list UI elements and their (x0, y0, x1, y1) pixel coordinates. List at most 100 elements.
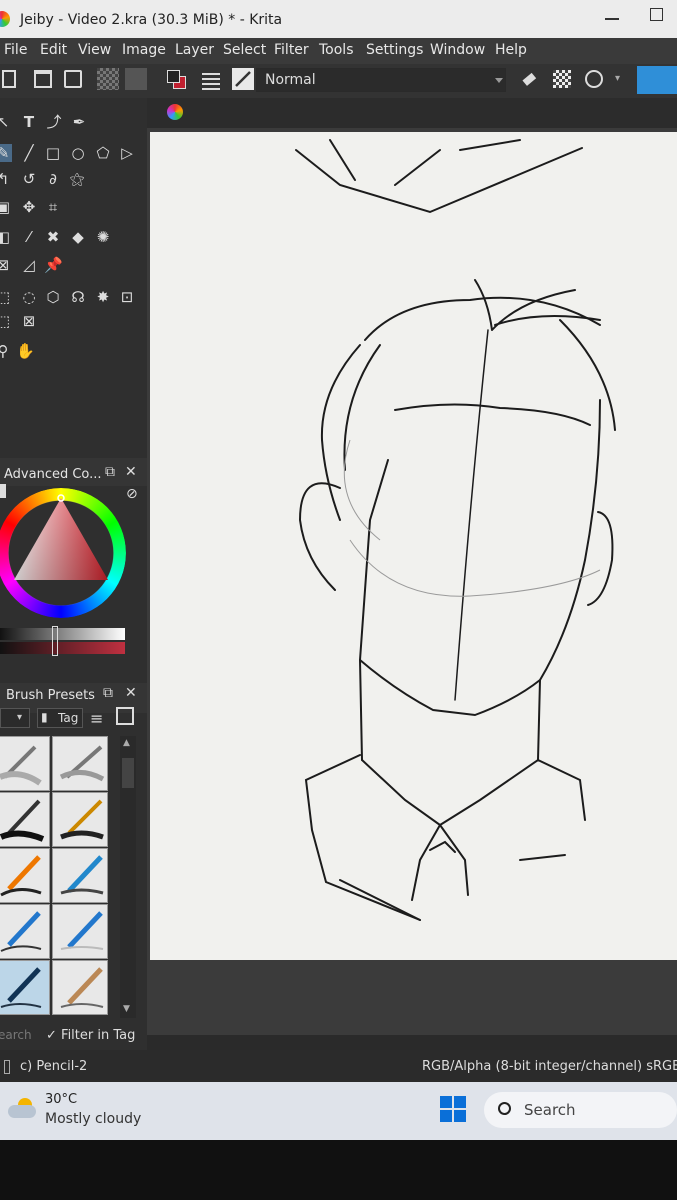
edit-shapes-icon[interactable]: ⤴ (45, 113, 63, 131)
color-wheel[interactable] (0, 488, 126, 618)
transform-tool-icon[interactable]: ▣ (0, 198, 12, 216)
tag-button[interactable]: ▮ Tag (37, 708, 83, 728)
line-tool-icon[interactable]: ╱ (20, 144, 38, 162)
menu-tools[interactable]: Tools (319, 42, 354, 58)
brush-preset-item[interactable] (0, 792, 50, 847)
taskbar-search-box[interactable]: Search (484, 1092, 677, 1128)
tag-dropdown[interactable]: ▾ (0, 708, 30, 728)
magic-wand-icon[interactable]: ✸ (94, 288, 112, 306)
brush-preset-item[interactable] (0, 904, 50, 959)
pattern-swatch-icon[interactable] (125, 68, 147, 90)
zoom-tool-icon[interactable]: ⚲ (0, 342, 12, 360)
pan-tool-icon[interactable]: ✋ (16, 342, 35, 360)
canvas-horizontal-scrollbar[interactable] (147, 1035, 677, 1050)
bezier-select-icon[interactable]: ⬚ (0, 312, 12, 330)
menu-icon[interactable] (0, 484, 6, 498)
clear-color-icon[interactable]: ⊘ (126, 486, 138, 502)
document-tab-icon[interactable] (167, 104, 183, 120)
dynamic-brush-icon[interactable]: ∂ (44, 170, 62, 188)
brush-list-scrollbar[interactable]: ▲ ▼ (120, 736, 136, 1018)
minimize-icon[interactable] (605, 18, 619, 20)
rect-select-icon[interactable]: ⬚ (0, 288, 12, 306)
weather-cloud-icon[interactable] (8, 1098, 36, 1118)
polygon-select-icon[interactable]: ⬡ (44, 288, 62, 306)
select-shapes-icon[interactable]: ↖ (0, 113, 12, 131)
saturation-slider[interactable] (0, 642, 125, 654)
fill-tool-icon[interactable]: ◆ (69, 228, 87, 246)
brush-preset-item[interactable] (52, 904, 108, 959)
smart-patch-icon[interactable]: ✖ (44, 228, 62, 246)
alpha-lock-icon[interactable] (553, 70, 571, 88)
brush-preset-item[interactable] (52, 848, 108, 903)
filter-in-tag-checkbox[interactable]: ✓ Filter in Tag (46, 1028, 135, 1043)
value-slider[interactable] (0, 628, 125, 640)
bezier-tool-icon[interactable]: ↰ (0, 170, 12, 188)
calligraphy-icon[interactable]: ✒ (70, 113, 88, 131)
enclose-fill-icon[interactable]: ✺ (94, 228, 112, 246)
color-picker-icon[interactable]: ⁄ (20, 228, 38, 246)
brush-preset-item[interactable] (0, 736, 50, 791)
color-space-status[interactable]: RGB/Alpha (8-bit integer/channel) sRGB- (422, 1059, 677, 1074)
chevron-down-icon[interactable]: ▾ (615, 73, 633, 91)
brush-preset-item[interactable] (52, 792, 108, 847)
foreground-background-color-icon[interactable] (165, 68, 187, 90)
ellipse-tool-icon[interactable]: ○ (69, 144, 87, 162)
menu-file[interactable]: File (4, 42, 27, 58)
blend-mode-select[interactable]: Normal (256, 68, 506, 92)
polygon-tool-icon[interactable]: ⬠ (94, 144, 112, 162)
polyline-tool-icon[interactable]: ▷ (118, 144, 136, 162)
save-icon[interactable] (64, 70, 82, 88)
freehand-brush-icon[interactable]: ✎ (0, 144, 12, 162)
brush-preset-item[interactable] (52, 736, 108, 791)
menu-window[interactable]: Window (430, 42, 485, 58)
ellipse-select-icon[interactable]: ◌ (20, 288, 38, 306)
menu-edit[interactable]: Edit (40, 42, 67, 58)
menu-bar: File Edit View Image Layer Select Filter… (0, 38, 677, 64)
assistant-tool-icon[interactable]: ⊠ (0, 256, 12, 274)
crop-tool-icon[interactable]: ⌗ (44, 198, 62, 216)
float-docker-icon[interactable]: ⧉ (103, 685, 113, 701)
workspace-button[interactable] (637, 66, 677, 94)
maximize-icon[interactable] (650, 8, 663, 21)
windows-start-icon[interactable] (440, 1096, 466, 1122)
brush-preset-item-selected[interactable] (0, 960, 50, 1015)
scroll-up-icon[interactable]: ▲ (123, 738, 130, 748)
menu-image[interactable]: Image (122, 42, 166, 58)
list-view-icon[interactable]: ≡ (90, 709, 103, 728)
open-folder-icon[interactable] (34, 70, 52, 88)
menu-filter[interactable]: Filter (274, 42, 309, 58)
move-tool-icon[interactable]: ✥ (20, 198, 38, 216)
reference-tool-icon[interactable]: 📌 (44, 256, 63, 274)
eraser-icon[interactable] (520, 70, 538, 88)
freehand-select-icon[interactable]: ☊ (69, 288, 87, 306)
menu-layer[interactable]: Layer (175, 42, 214, 58)
gradient-swatch-icon[interactable] (97, 68, 119, 90)
text-tool-icon[interactable]: T (20, 113, 38, 131)
similar-select-icon[interactable]: ⊡ (118, 288, 136, 306)
scroll-down-icon[interactable]: ▼ (123, 1004, 130, 1014)
close-docker-icon[interactable]: ✕ (125, 464, 137, 480)
gradient-tool-icon[interactable]: ◧ (0, 228, 12, 246)
measure-tool-icon[interactable]: ◿ (20, 256, 38, 274)
float-docker-icon[interactable]: ⧉ (105, 464, 115, 480)
new-document-icon[interactable] (2, 70, 16, 88)
menu-view[interactable]: View (78, 42, 111, 58)
slider-handle[interactable] (52, 626, 58, 656)
drawing-canvas[interactable] (150, 132, 677, 960)
menu-help[interactable]: Help (495, 42, 527, 58)
brush-preset-icon[interactable] (232, 68, 254, 90)
brush-settings-icon[interactable] (202, 70, 220, 90)
brush-preset-item[interactable] (52, 960, 108, 1015)
import-icon[interactable] (116, 707, 134, 725)
freehand-path-icon[interactable]: ↺ (20, 170, 38, 188)
reload-preset-icon[interactable] (585, 70, 603, 88)
menu-settings[interactable]: Settings (366, 42, 423, 58)
rectangle-tool-icon[interactable]: □ (44, 144, 62, 162)
brush-search-input[interactable]: earch (0, 1028, 38, 1048)
menu-select[interactable]: Select (223, 42, 266, 58)
scrollbar-thumb[interactable] (122, 758, 134, 788)
magnetic-select-icon[interactable]: ⊠ (20, 312, 38, 330)
close-docker-icon[interactable]: ✕ (125, 685, 137, 701)
brush-preset-item[interactable] (0, 848, 50, 903)
multibrush-icon[interactable]: ⚝ (68, 170, 86, 188)
